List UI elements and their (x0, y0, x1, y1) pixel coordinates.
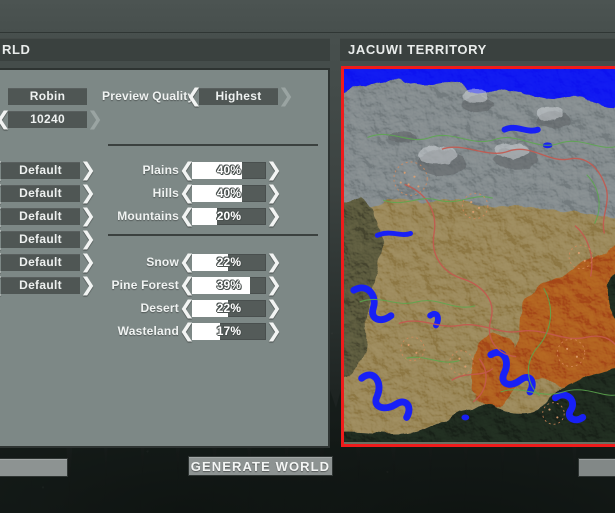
dropdown-row-3: ❮Default❯ (0, 229, 96, 249)
back-button[interactable] (0, 458, 68, 477)
preview-quality-prev-arrow[interactable]: ❮ (186, 86, 202, 106)
pine-forest-increase-arrow[interactable]: ❯ (266, 275, 282, 295)
pine-forest-slider[interactable]: 39% (192, 276, 266, 294)
pine-forest-decrease-arrow[interactable]: ❮ (179, 275, 195, 295)
top-bar (0, 0, 615, 33)
mountains-row: Mountains ❮ 20% ❯ (108, 206, 282, 226)
world-size-value[interactable]: 10240 (8, 110, 87, 128)
world-size-row: ❮10240❯ (0, 109, 103, 129)
dropdown-row-1: ❮Default❯ (0, 183, 96, 203)
dropdown-0-value[interactable]: Default (1, 161, 80, 179)
divider-bottom (108, 234, 318, 236)
wasteland-label: Wasteland (117, 324, 179, 338)
desert-value: 22% (216, 301, 242, 315)
pine-forest-label: Pine Forest (111, 278, 179, 292)
generate-world-button[interactable]: GENERATE WORLD (188, 456, 333, 476)
wasteland-row: Wasteland ❮ 17% ❯ (108, 321, 282, 341)
snow-row: Snow ❮ 22% ❯ (108, 252, 282, 272)
hills-value: 40% (216, 186, 242, 200)
dropdown-5-value[interactable]: Default (1, 276, 80, 294)
world-name-row: Robin (8, 87, 87, 105)
preview-quality-row: Preview Quality ❮ Highest ❯ (102, 86, 294, 106)
dropdown-1-value[interactable]: Default (1, 184, 80, 202)
desert-decrease-arrow[interactable]: ❮ (179, 298, 195, 318)
map-biome-canvas (344, 69, 615, 442)
hills-increase-arrow[interactable]: ❯ (266, 183, 282, 203)
world-panel-header: RLD (0, 38, 330, 61)
preview-quality-next-arrow[interactable]: ❯ (278, 86, 294, 106)
dropdown-row-2: ❮Default❯ (0, 206, 96, 226)
snow-decrease-arrow[interactable]: ❮ (179, 252, 195, 272)
hills-slider[interactable]: 40% (192, 184, 266, 202)
dropdown-2-value[interactable]: Default (1, 207, 80, 225)
world-panel-title: RLD (2, 42, 31, 57)
dropdown-3-next-arrow[interactable]: ❯ (80, 229, 96, 249)
mountains-value: 20% (216, 209, 242, 223)
desert-row: Desert ❮ 22% ❯ (108, 298, 282, 318)
wasteland-increase-arrow[interactable]: ❯ (266, 321, 282, 341)
snow-value: 22% (216, 255, 242, 269)
hills-label: Hills (152, 186, 179, 200)
plains-decrease-arrow[interactable]: ❮ (179, 160, 195, 180)
world-size-prev-arrow[interactable]: ❮ (0, 109, 11, 129)
wasteland-decrease-arrow[interactable]: ❮ (179, 321, 195, 341)
mountains-label: Mountains (117, 209, 179, 223)
snow-increase-arrow[interactable]: ❯ (266, 252, 282, 272)
dropdown-5-next-arrow[interactable]: ❯ (80, 275, 96, 295)
dropdown-4-value[interactable]: Default (1, 253, 80, 271)
dropdown-0-next-arrow[interactable]: ❯ (80, 160, 96, 180)
wasteland-slider[interactable]: 17% (192, 322, 266, 340)
plains-increase-arrow[interactable]: ❯ (266, 160, 282, 180)
mountains-slider[interactable]: 20% (192, 207, 266, 225)
desert-label: Desert (140, 301, 179, 315)
mountains-decrease-arrow[interactable]: ❮ (179, 206, 195, 226)
territory-name: JACUWI TERRITORY (348, 42, 487, 57)
snow-label: Snow (146, 255, 179, 269)
pine-forest-value: 39% (216, 278, 242, 292)
pine-forest-row: Pine Forest ❮ 39% ❯ (108, 275, 282, 295)
world-settings-panel: RobinPreview Quality❮Highest❯❮10240❯❮Def… (0, 68, 330, 448)
dropdown-row-0: ❮Default❯ (0, 160, 96, 180)
world-size-next-arrow[interactable]: ❯ (87, 109, 103, 129)
snow-slider[interactable]: 22% (192, 253, 266, 271)
wasteland-value: 17% (216, 324, 242, 338)
plains-value: 40% (216, 163, 242, 177)
dropdown-4-next-arrow[interactable]: ❯ (80, 252, 96, 272)
preview-quality-label: Preview Quality (102, 89, 195, 103)
divider-top (108, 144, 318, 146)
next-button[interactable] (578, 458, 615, 477)
map-preview[interactable] (341, 66, 615, 447)
dropdown-2-next-arrow[interactable]: ❯ (80, 206, 96, 226)
preview-quality-value[interactable]: Highest (199, 87, 278, 105)
dropdown-row-4: ❮Default❯ (0, 252, 96, 272)
hills-row: Hills ❮ 40% ❯ (108, 183, 282, 203)
dropdown-row-5: ❮Default❯ (0, 275, 96, 295)
plains-slider[interactable]: 40% (192, 161, 266, 179)
game-screen: RLD JACUWI TERRITORY Robin Preview Qualit… (0, 0, 615, 513)
hills-decrease-arrow[interactable]: ❮ (179, 183, 195, 203)
desert-slider[interactable]: 22% (192, 299, 266, 317)
mountains-increase-arrow[interactable]: ❯ (266, 206, 282, 226)
dropdown-3-value[interactable]: Default (1, 230, 80, 248)
desert-increase-arrow[interactable]: ❯ (266, 298, 282, 318)
plains-label: Plains (142, 163, 179, 177)
dropdown-1-next-arrow[interactable]: ❯ (80, 183, 96, 203)
plains-row: Plains ❮ 40% ❯ (108, 160, 282, 180)
world-name-field[interactable]: Robin (8, 87, 87, 105)
map-preview-header: JACUWI TERRITORY (340, 38, 615, 61)
